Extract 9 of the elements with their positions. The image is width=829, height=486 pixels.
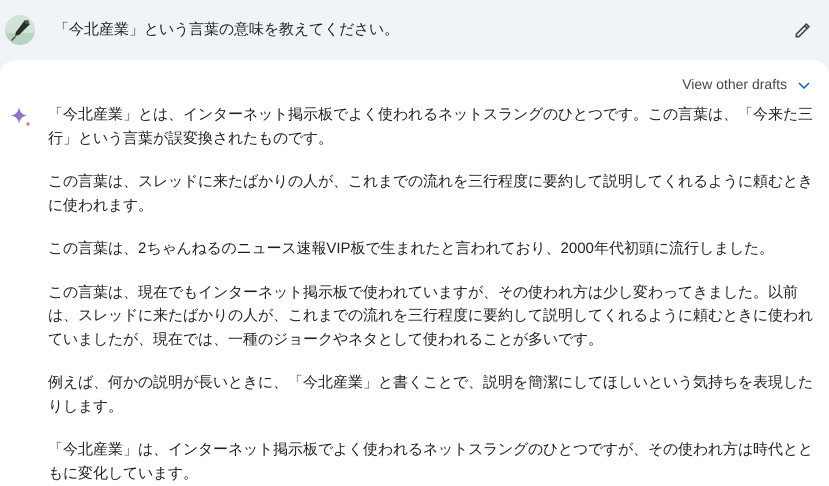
prompt-text: 「今北産業」という言葉の意味を教えてください。: [54, 20, 400, 40]
response-paragraph: この言葉は、2ちゃんねるのニュース速報VIP板で生まれたと言われており、2000年代初頭に流行しました。: [48, 239, 775, 259]
response-paragraph: 例えば、何かの説明が長いときに、「今北産業」と書くことで、説明を簡潔にしてほしいという気持ちを表現したりします。: [48, 373, 814, 416]
response-paragraph: この言葉は、スレッドに来たばかりの人が、これまでの流れを三行程度に要約して説明してくれるように頼むときに使われます。: [48, 172, 814, 216]
response-paragraph: 「今北産業」は、インターネット掲示板でよく使われるネットスラングのひとつですが、その使われ方は時代とともに変化しています。: [48, 440, 814, 484]
pencil-icon: [793, 20, 813, 40]
response-paragraph: この言葉は、現在でもインターネット掲示板で使われていますが、その使われ方は少し変わってきました。以前は、スレッドに来たばかりの人が、これまでの流れを三行程度に要約して説明してくれるように頼むときに使われていましたが、現在では、一種のジョークやネタとして使われることが多いです。: [48, 282, 814, 350]
view-drafts-button[interactable]: View other drafts: [682, 72, 811, 97]
response-paragraph: 「今北産業」とは、インターネット掲示板でよく使われるネットスラングのひとつです。この言葉は、「今来た三行」という言葉が誤変換されたものです。: [48, 105, 814, 148]
